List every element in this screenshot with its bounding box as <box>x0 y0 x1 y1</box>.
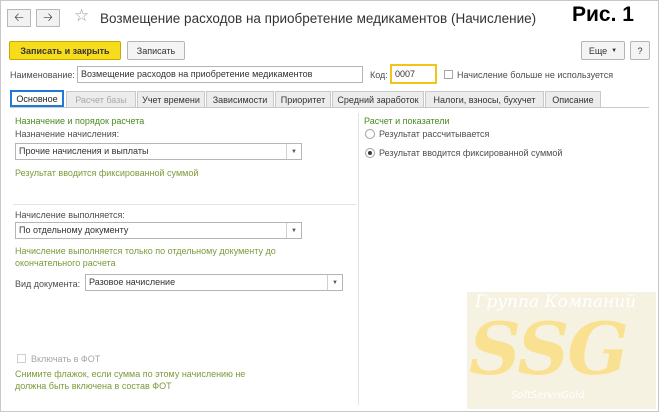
purpose-select[interactable]: Прочие начисления и выплаты ▼ <box>15 143 302 160</box>
fixed-radio[interactable] <box>365 148 375 158</box>
tab-time-accounting[interactable]: Учет времени <box>137 91 205 107</box>
purpose-section-title: Назначение и порядок расчета <box>15 116 145 126</box>
column-divider <box>358 113 359 405</box>
code-label: Код: <box>370 70 388 80</box>
arrow-left-icon: 🡠 <box>14 9 24 24</box>
fot-label: Включать в ФОТ <box>31 354 101 364</box>
watermark-sub: SoftServisGold <box>511 390 585 401</box>
code-field[interactable]: 0007 <box>390 64 437 84</box>
tab-base-calc[interactable]: Расчет базы <box>66 91 136 107</box>
figure-label: Рис. 1 <box>572 3 634 26</box>
name-label: Наименование: <box>10 70 75 80</box>
calculated-radio[interactable] <box>365 129 375 139</box>
calculated-label: Результат рассчитывается <box>379 129 490 139</box>
tab-underline <box>10 107 649 108</box>
chevron-down-icon: ▼ <box>611 47 618 54</box>
purpose-note: Результат вводится фиксированной суммой <box>15 168 199 178</box>
forward-button[interactable]: 🡢 <box>36 9 60 27</box>
arrow-right-icon: 🡢 <box>43 9 53 24</box>
unused-checkbox[interactable] <box>444 70 453 79</box>
dropdown-icon[interactable]: ▼ <box>286 223 301 238</box>
tab-main[interactable]: Основное <box>10 90 64 107</box>
dropdown-icon[interactable]: ▼ <box>327 275 342 290</box>
tab-average-earnings[interactable]: Средний заработок <box>332 91 424 107</box>
watermark-logo-text: SSG <box>469 306 629 391</box>
more-button[interactable]: Еще ▼ <box>581 41 625 60</box>
back-button[interactable]: 🡠 <box>7 9 31 27</box>
tab-description[interactable]: Описание <box>545 91 601 107</box>
performed-value: По отдельному документу <box>19 225 129 235</box>
fixed-label: Результат вводится фиксированной суммой <box>379 148 563 158</box>
section-divider <box>13 204 356 205</box>
performed-note: Начисление выполняется только по отдельн… <box>15 246 276 268</box>
doc-kind-label: Вид документа: <box>15 279 81 289</box>
save-and-close-button[interactable]: Записать и закрыть <box>9 41 121 60</box>
help-button[interactable]: ? <box>630 41 650 60</box>
calc-section-title: Расчет и показатели <box>364 116 450 126</box>
dropdown-icon[interactable]: ▼ <box>286 144 301 159</box>
doc-kind-value: Разовое начисление <box>89 277 176 287</box>
purpose-value: Прочие начисления и выплаты <box>19 146 149 156</box>
save-button[interactable]: Записать <box>127 41 185 60</box>
star-icon[interactable]: ☆ <box>74 6 89 26</box>
tab-taxes[interactable]: Налоги, взносы, бухучет <box>425 91 544 107</box>
tab-dependencies[interactable]: Зависимости <box>206 91 274 107</box>
name-field[interactable]: Возмещение расходов на приобретение меди… <box>77 66 363 83</box>
watermark-logo: Группа Компаний SSG SoftServisGold <box>467 292 656 409</box>
performed-select[interactable]: По отдельному документу ▼ <box>15 222 302 239</box>
fot-note: Снимите флажок, если сумма по этому начи… <box>15 369 246 391</box>
purpose-label: Назначение начисления: <box>15 129 120 139</box>
doc-kind-select[interactable]: Разовое начисление ▼ <box>85 274 343 291</box>
fot-checkbox[interactable] <box>17 354 26 363</box>
more-label: Еще <box>588 45 608 56</box>
unused-label: Начисление больше не используется <box>457 70 614 80</box>
window-title: Возмещение расходов на приобретение меди… <box>100 11 537 26</box>
window-frame: 🡠 🡢 ☆ Возмещение расходов на приобретени… <box>0 0 659 412</box>
performed-label: Начисление выполняется: <box>15 210 125 220</box>
tab-priority[interactable]: Приоритет <box>275 91 331 107</box>
